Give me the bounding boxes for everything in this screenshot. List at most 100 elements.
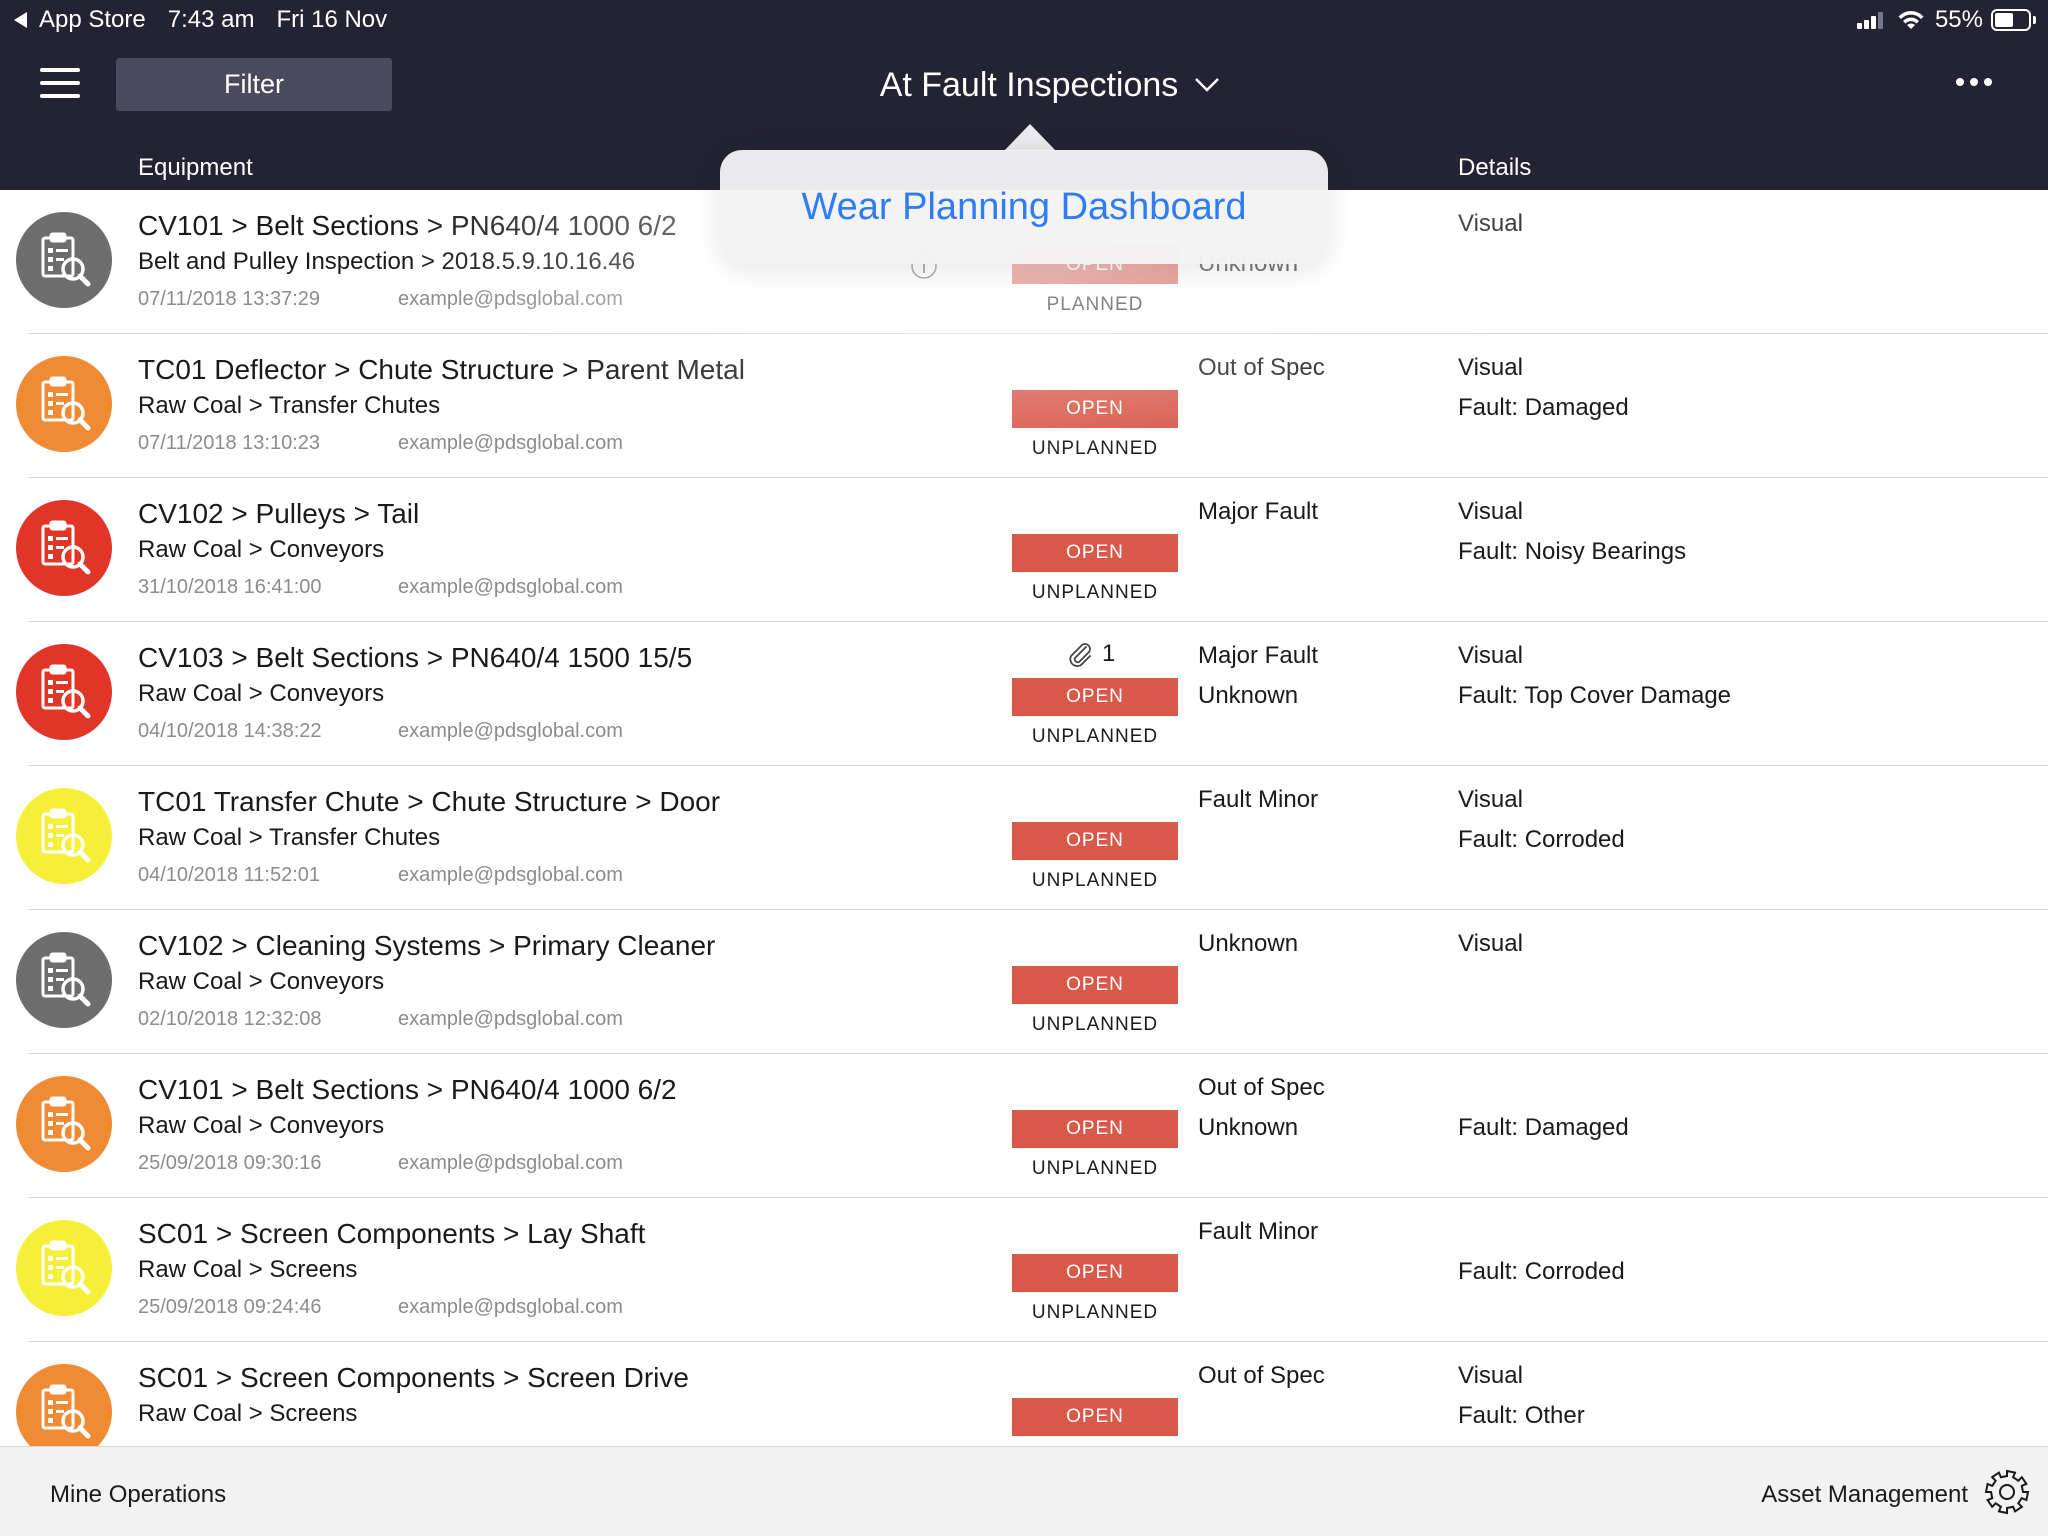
inspection-type: Visual bbox=[1458, 786, 1523, 813]
view-selector-button[interactable]: At Fault Inspections bbox=[860, 60, 1240, 110]
equipment-path: CV102 > Pulleys > Tail bbox=[138, 498, 420, 529]
inspection-type: Visual bbox=[1458, 642, 1523, 669]
equipment-path: SC01 > Screen Components > Screen Drive bbox=[138, 1362, 689, 1393]
fault-description: Fault: Damaged bbox=[1458, 1114, 1629, 1141]
gear-icon[interactable] bbox=[1982, 1467, 2032, 1517]
table-row[interactable]: TC01 Deflector > Chute Structure > Paren… bbox=[0, 334, 2048, 478]
status-bar: App Store 7:43 am Fri 16 Nov 55% bbox=[0, 0, 2048, 40]
inspection-clipboard-icon bbox=[16, 1364, 112, 1446]
planning-state: UNPLANNED bbox=[1031, 438, 1159, 459]
ellipsis-icon[interactable] bbox=[1956, 78, 1992, 88]
battery-icon bbox=[1991, 9, 2036, 31]
equipment-location: Raw Coal > Screens bbox=[138, 1256, 358, 1283]
inspection-clipboard-icon bbox=[16, 1076, 112, 1172]
inspection-clipboard-icon bbox=[16, 212, 112, 308]
wifi-icon bbox=[1898, 11, 1924, 29]
status-date: Fri 16 Nov bbox=[276, 6, 388, 33]
inspection-type: Visual bbox=[1458, 498, 1523, 525]
fault-description: Fault: Other bbox=[1458, 1402, 1585, 1429]
table-row[interactable]: CV101 > Belt Sections > PN640/4 1000 6/2… bbox=[0, 1054, 2048, 1198]
table-row[interactable]: CV103 > Belt Sections > PN640/4 1500 15/… bbox=[0, 622, 2048, 766]
fault-description: Fault: Corroded bbox=[1458, 826, 1625, 853]
status-indicators: 55% bbox=[1856, 6, 2036, 34]
view-menu-popover: Wear Planning Dashboard bbox=[720, 150, 1328, 264]
equipment-location: Raw Coal > Conveyors bbox=[138, 968, 385, 995]
cellular-signal-icon bbox=[1856, 11, 1885, 29]
footer-bar: Mine Operations Asset Management bbox=[0, 1446, 2048, 1536]
planning-state: UNPLANNED bbox=[1031, 870, 1159, 891]
status-badge: OPEN bbox=[1012, 678, 1178, 716]
inspector-email: example@pdsglobal.com bbox=[398, 1008, 623, 1030]
inspection-clipboard-icon bbox=[16, 788, 112, 884]
battery-percent: 55% bbox=[1934, 6, 1983, 33]
fault-severity: Out of Spec bbox=[1198, 1074, 1325, 1101]
fault-severity: Out of Spec bbox=[1198, 1362, 1325, 1389]
back-app-label: App Store bbox=[39, 6, 146, 33]
mine-operations-link[interactable]: Mine Operations bbox=[50, 1481, 226, 1509]
planning-state: UNPLANNED bbox=[1031, 1302, 1159, 1323]
status-badge: OPEN bbox=[1012, 1398, 1178, 1436]
inspector-email: example@pdsglobal.com bbox=[398, 1296, 623, 1318]
page-title: At Fault Inspections bbox=[879, 65, 1179, 104]
equipment-path: CV103 > Belt Sections > PN640/4 1500 15/… bbox=[138, 642, 693, 673]
planning-state: UNPLANNED bbox=[1031, 582, 1159, 603]
planning-state: UNPLANNED bbox=[1031, 726, 1159, 747]
equipment-location: Raw Coal > Screens bbox=[138, 1400, 358, 1427]
fault-description: Fault: Top Cover Damage bbox=[1458, 682, 1732, 709]
paperclip-icon bbox=[1069, 643, 1091, 667]
table-row[interactable]: SC01 > Screen Components > Screen Drive R… bbox=[0, 1342, 2048, 1446]
popover-arrow bbox=[1004, 124, 1056, 151]
table-row[interactable]: CV102 > Cleaning Systems > Primary Clean… bbox=[0, 910, 2048, 1054]
status-badge: OPEN bbox=[1012, 390, 1178, 428]
planning-state: UNPLANNED bbox=[1031, 1158, 1159, 1179]
inspection-clipboard-icon bbox=[16, 932, 112, 1028]
planning-state: PLANNED bbox=[1046, 294, 1144, 315]
inspector-email: example@pdsglobal.com bbox=[398, 432, 623, 454]
back-to-app[interactable]: App Store 7:43 am Fri 16 Nov bbox=[14, 6, 409, 34]
fault-severity: Fault Minor bbox=[1198, 786, 1319, 813]
status-time: 7:43 am bbox=[167, 6, 255, 33]
inspection-timestamp: 02/10/2018 12:32:08 bbox=[138, 1008, 322, 1030]
table-row[interactable]: CV102 > Pulleys > Tail Raw Coal > Conveyo… bbox=[0, 478, 2048, 622]
equipment-path: TC01 Deflector > Chute Structure > Paren… bbox=[138, 354, 745, 385]
equipment-path: CV101 > Belt Sections > PN640/4 1000 6/2 bbox=[138, 1074, 677, 1105]
inspector-email: example@pdsglobal.com bbox=[398, 864, 623, 886]
table-row[interactable]: SC01 > Screen Components > Lay Shaft Raw … bbox=[0, 1198, 2048, 1342]
fault-description: Fault: Noisy Bearings bbox=[1458, 538, 1687, 565]
fault-severity: Major Fault bbox=[1198, 642, 1319, 669]
equipment-location: Belt and Pulley Inspection > 2018.5.9.10… bbox=[138, 248, 636, 275]
inspection-timestamp: 07/11/2018 13:10:23 bbox=[138, 432, 321, 454]
inspection-type: Visual bbox=[1458, 210, 1523, 237]
fault-severity: Major Fault bbox=[1198, 498, 1319, 525]
fault-description: Fault: Damaged bbox=[1458, 394, 1629, 421]
inspection-timestamp: 04/10/2018 11:52:01 bbox=[138, 864, 321, 886]
back-arrow-icon bbox=[14, 12, 27, 28]
inspection-list: CV101 > Belt Sections > PN640/4 1000 6/2… bbox=[0, 190, 2048, 1446]
inspection-clipboard-icon bbox=[16, 1220, 112, 1316]
inspection-timestamp: 04/10/2018 14:38:22 bbox=[138, 720, 322, 742]
planning-state: UNPLANNED bbox=[1031, 1014, 1159, 1035]
inspector-email: example@pdsglobal.com bbox=[398, 576, 623, 598]
table-row[interactable]: TC01 Transfer Chute > Chute Structure > … bbox=[0, 766, 2048, 910]
inspection-clipboard-icon bbox=[16, 500, 112, 596]
inspection-type: Visual bbox=[1458, 1362, 1523, 1389]
filter-button[interactable]: Filter bbox=[116, 58, 392, 111]
fault-severity: Fault Minor bbox=[1198, 1218, 1319, 1245]
equipment-location: Raw Coal > Transfer Chutes bbox=[138, 392, 441, 419]
inspector-email: example@pdsglobal.com bbox=[398, 288, 623, 310]
equipment-location: Raw Coal > Transfer Chutes bbox=[138, 824, 441, 851]
status-badge: OPEN bbox=[1012, 966, 1178, 1004]
inspector-email: example@pdsglobal.com bbox=[398, 720, 623, 742]
fault-severity: Out of Spec bbox=[1198, 354, 1325, 381]
inspection-timestamp: 25/09/2018 09:24:46 bbox=[138, 1296, 322, 1318]
equipment-location: Raw Coal > Conveyors bbox=[138, 680, 385, 707]
equipment-location: Raw Coal > Conveyors bbox=[138, 536, 385, 563]
status-badge: OPEN bbox=[1012, 1254, 1178, 1292]
hamburger-icon[interactable] bbox=[40, 68, 80, 98]
status-badge: OPEN bbox=[1012, 534, 1178, 572]
status-badge: OPEN bbox=[1012, 1110, 1178, 1148]
inspection-timestamp: 07/11/2018 13:37:29 bbox=[138, 288, 321, 310]
menu-item-wear-planning-dashboard[interactable]: Wear Planning Dashboard bbox=[801, 186, 1246, 229]
asset-management-link[interactable]: Asset Management bbox=[1761, 1481, 1968, 1509]
fault-secondary-status: Unknown bbox=[1198, 682, 1299, 709]
